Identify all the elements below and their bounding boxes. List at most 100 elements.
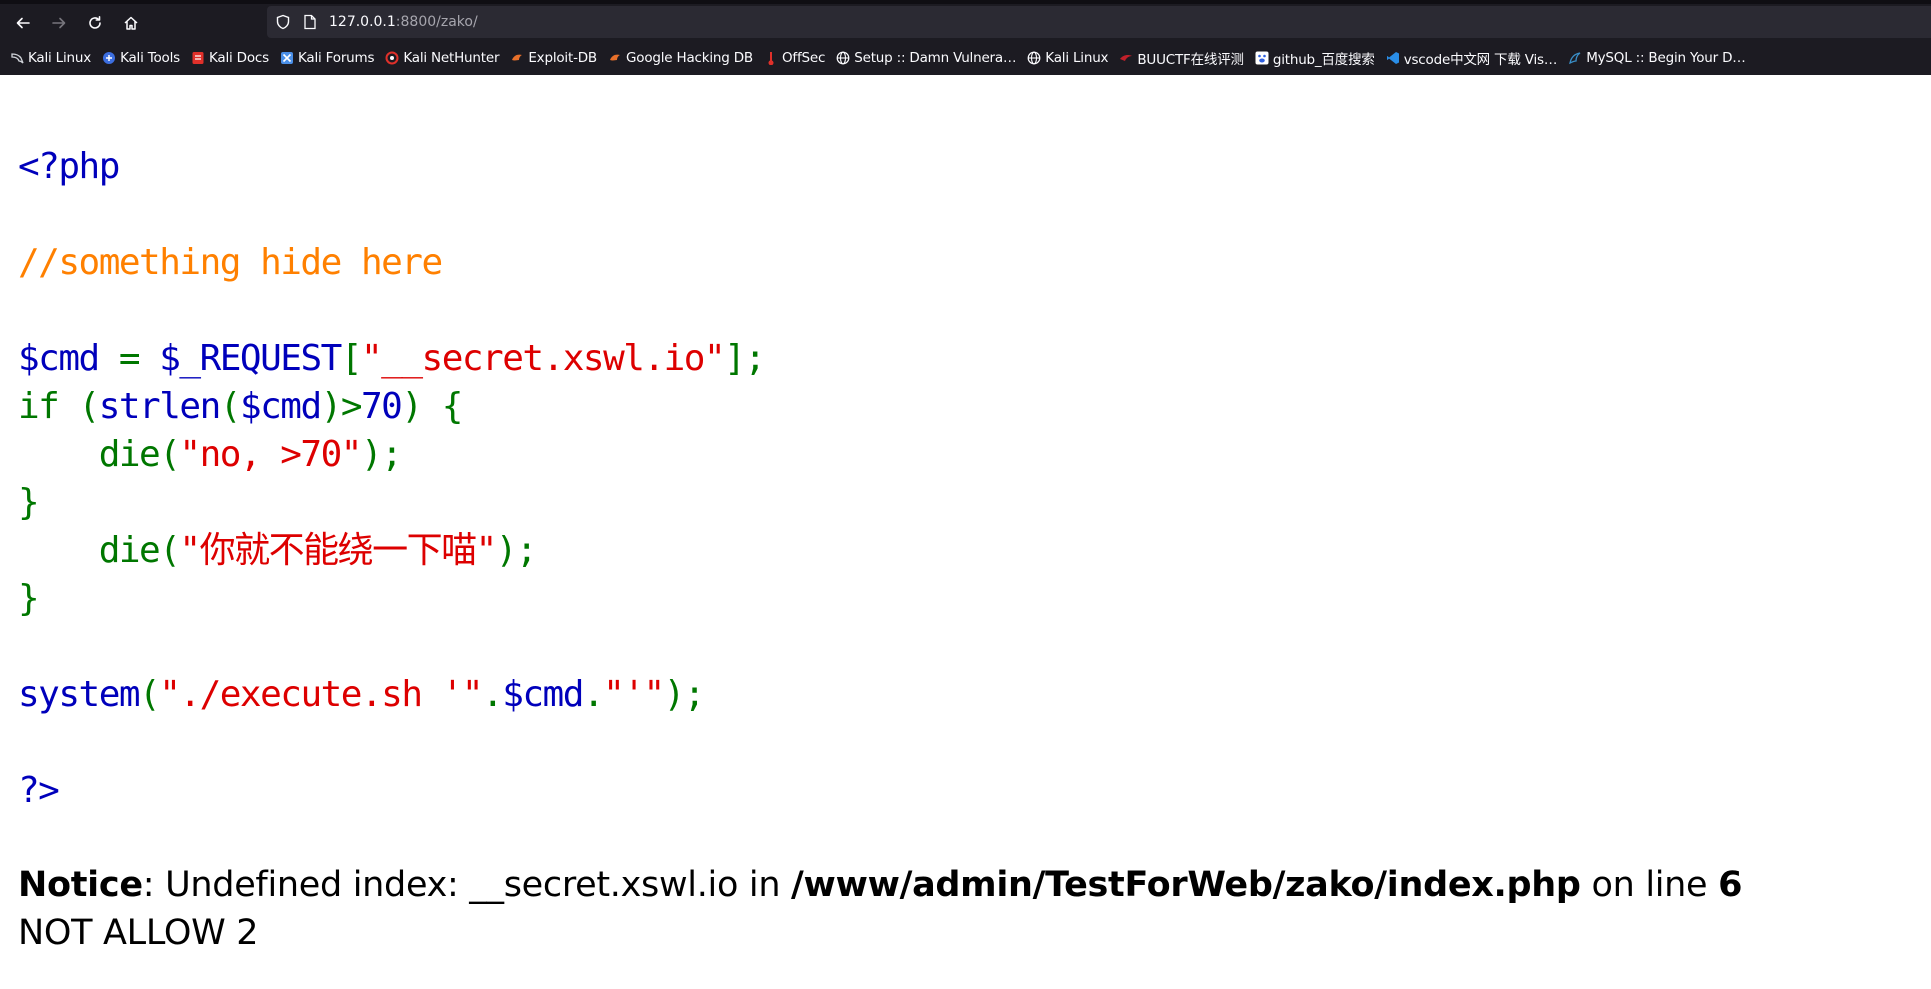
bookmark-label: Kali Linux bbox=[28, 50, 92, 66]
code-token: ); bbox=[495, 530, 538, 571]
bookmark-label: Kali Linux bbox=[1045, 50, 1109, 66]
bookmark-item[interactable]: Kali Tools bbox=[102, 50, 180, 66]
code-token: system bbox=[18, 674, 141, 715]
kali-tools-icon bbox=[102, 51, 116, 65]
php-source-code: <?php //something hide here $cmd = $_REQ… bbox=[18, 95, 1918, 815]
code-string: "./execute.sh '" bbox=[159, 674, 483, 715]
bookmark-label: Kali Forums bbox=[298, 50, 375, 66]
page-info-icon[interactable] bbox=[303, 14, 317, 30]
bookmark-item[interactable]: Kali NetHunter bbox=[385, 50, 500, 66]
bookmark-label: Setup :: Damn Vulnera… bbox=[854, 50, 1017, 66]
code-string: "你就不能绕一下喵" bbox=[179, 530, 497, 571]
code-token: } bbox=[18, 482, 40, 523]
notice-label: Notice bbox=[18, 865, 143, 905]
notice-line: Notice: Undefined index: __secret.xswl.i… bbox=[18, 861, 1918, 909]
script-output: NOT ALLOW 2 bbox=[18, 913, 259, 953]
code-token: ]; bbox=[724, 338, 766, 379]
code-token: ( bbox=[219, 386, 242, 427]
bookmark-item[interactable]: MySQL :: Begin Your D… bbox=[1568, 50, 1746, 66]
bookmark-label: OffSec bbox=[782, 50, 826, 66]
code-line: <?php bbox=[18, 143, 1918, 191]
bookmark-item[interactable]: vscode中文网 下载 Vis… bbox=[1386, 48, 1557, 68]
bookmark-item[interactable]: Kali Linux bbox=[1027, 50, 1109, 66]
nethunter-icon bbox=[385, 51, 399, 65]
offsec-icon bbox=[764, 51, 778, 65]
kali-forums-icon bbox=[280, 51, 294, 65]
code-string: "no, >70" bbox=[179, 434, 362, 475]
code-token: ( bbox=[139, 674, 161, 715]
code-token: strlen bbox=[98, 386, 222, 427]
address-bar[interactable]: 127.0.0.1:8800/zako/ bbox=[267, 6, 1931, 38]
exploit-db-icon bbox=[510, 51, 524, 65]
home-button[interactable] bbox=[118, 10, 144, 36]
bookmark-label: Kali NetHunter bbox=[403, 50, 500, 66]
bookmark-item[interactable]: Exploit-DB bbox=[510, 50, 597, 66]
back-button[interactable] bbox=[10, 10, 36, 36]
code-token: )> bbox=[320, 386, 363, 427]
url-text[interactable]: 127.0.0.1:8800/zako/ bbox=[329, 13, 478, 31]
code-line: die("no, >70"); bbox=[18, 431, 1918, 479]
bookmark-item[interactable]: Kali Linux bbox=[10, 50, 91, 66]
window-top-edge bbox=[0, 0, 1931, 4]
bookmarks-toolbar: Kali Linux Kali Tools Kali Docs Kali Forums… bbox=[10, 48, 1757, 68]
code-line: //something hide here bbox=[18, 239, 1918, 287]
code-line: ?> bbox=[18, 767, 1918, 815]
code-token: ) { bbox=[401, 386, 463, 427]
code-line: } bbox=[18, 575, 1918, 623]
code-line: die("你就不能绕一下喵"); bbox=[18, 527, 1918, 575]
back-arrow-icon bbox=[16, 17, 30, 29]
bookmark-item[interactable]: Google Hacking DB bbox=[608, 50, 753, 66]
code-token: 70 bbox=[361, 386, 403, 427]
globe-icon bbox=[836, 51, 850, 65]
notice-line-number: 6 bbox=[1718, 865, 1743, 905]
code-string: "__secret.xswl.io" bbox=[361, 338, 726, 379]
bookmark-item[interactable]: Setup :: Damn Vulnera… bbox=[836, 50, 1016, 66]
bookmark-item[interactable]: github_百度搜索 bbox=[1255, 48, 1375, 68]
code-token: ); bbox=[663, 674, 706, 715]
kali-docs-icon bbox=[191, 51, 205, 65]
bookmark-label: github_百度搜索 bbox=[1272, 52, 1375, 68]
bookmark-label: MySQL :: Begin Your D… bbox=[1586, 50, 1746, 66]
bookmark-item[interactable]: Kali Docs bbox=[191, 50, 269, 66]
php-open-tag: <?php bbox=[18, 146, 120, 187]
code-token: } bbox=[18, 578, 40, 619]
code-token: $cmd bbox=[502, 674, 584, 715]
vscode-icon bbox=[1386, 51, 1400, 65]
code-token: $cmd bbox=[239, 386, 322, 427]
url-host: 127.0.0.1 bbox=[329, 14, 396, 30]
code-token: [ bbox=[340, 338, 363, 379]
code-token: if ( bbox=[18, 386, 100, 427]
bookmark-label: Exploit-DB bbox=[528, 50, 597, 66]
code-line: $cmd = $_REQUEST["__secret.xswl.io"]; bbox=[18, 335, 1918, 383]
php-close-tag: ?> bbox=[18, 770, 60, 811]
code-line: if (strlen($cmd)>70) { bbox=[18, 383, 1918, 431]
code-token: . bbox=[482, 674, 504, 715]
code-token: die( bbox=[18, 530, 181, 571]
reload-button[interactable] bbox=[82, 10, 108, 36]
browser-toolbar: 127.0.0.1:8800/zako/ Kali Linux Kali Tool… bbox=[0, 0, 1931, 75]
bookmark-item[interactable]: OffSec bbox=[764, 50, 825, 66]
notice-message: : Undefined index: __secret.xswl.io in bbox=[142, 865, 792, 905]
code-line: } bbox=[18, 479, 1918, 527]
reload-icon bbox=[89, 16, 101, 29]
code-token: . bbox=[582, 674, 605, 715]
ghdb-icon bbox=[608, 51, 622, 65]
forward-button[interactable] bbox=[46, 10, 72, 36]
kali-dragon-icon bbox=[10, 51, 24, 65]
code-token: die( bbox=[18, 434, 181, 475]
code-string: "'" bbox=[603, 674, 665, 715]
home-icon bbox=[124, 16, 138, 30]
code-token: $cmd bbox=[18, 338, 100, 379]
bookmark-label: Kali Docs bbox=[209, 50, 269, 66]
globe-icon bbox=[1027, 51, 1041, 65]
code-token: $_REQUEST bbox=[159, 338, 342, 379]
bookmark-item[interactable]: Kali Forums bbox=[280, 50, 375, 66]
tracking-protection-shield-icon[interactable] bbox=[275, 14, 291, 30]
bookmark-item[interactable]: BUUCTF在线评测 bbox=[1119, 48, 1244, 68]
code-token: = bbox=[98, 338, 160, 379]
mysql-dolphin-icon bbox=[1568, 51, 1582, 65]
notice-on-line-text: on line bbox=[1580, 865, 1719, 905]
